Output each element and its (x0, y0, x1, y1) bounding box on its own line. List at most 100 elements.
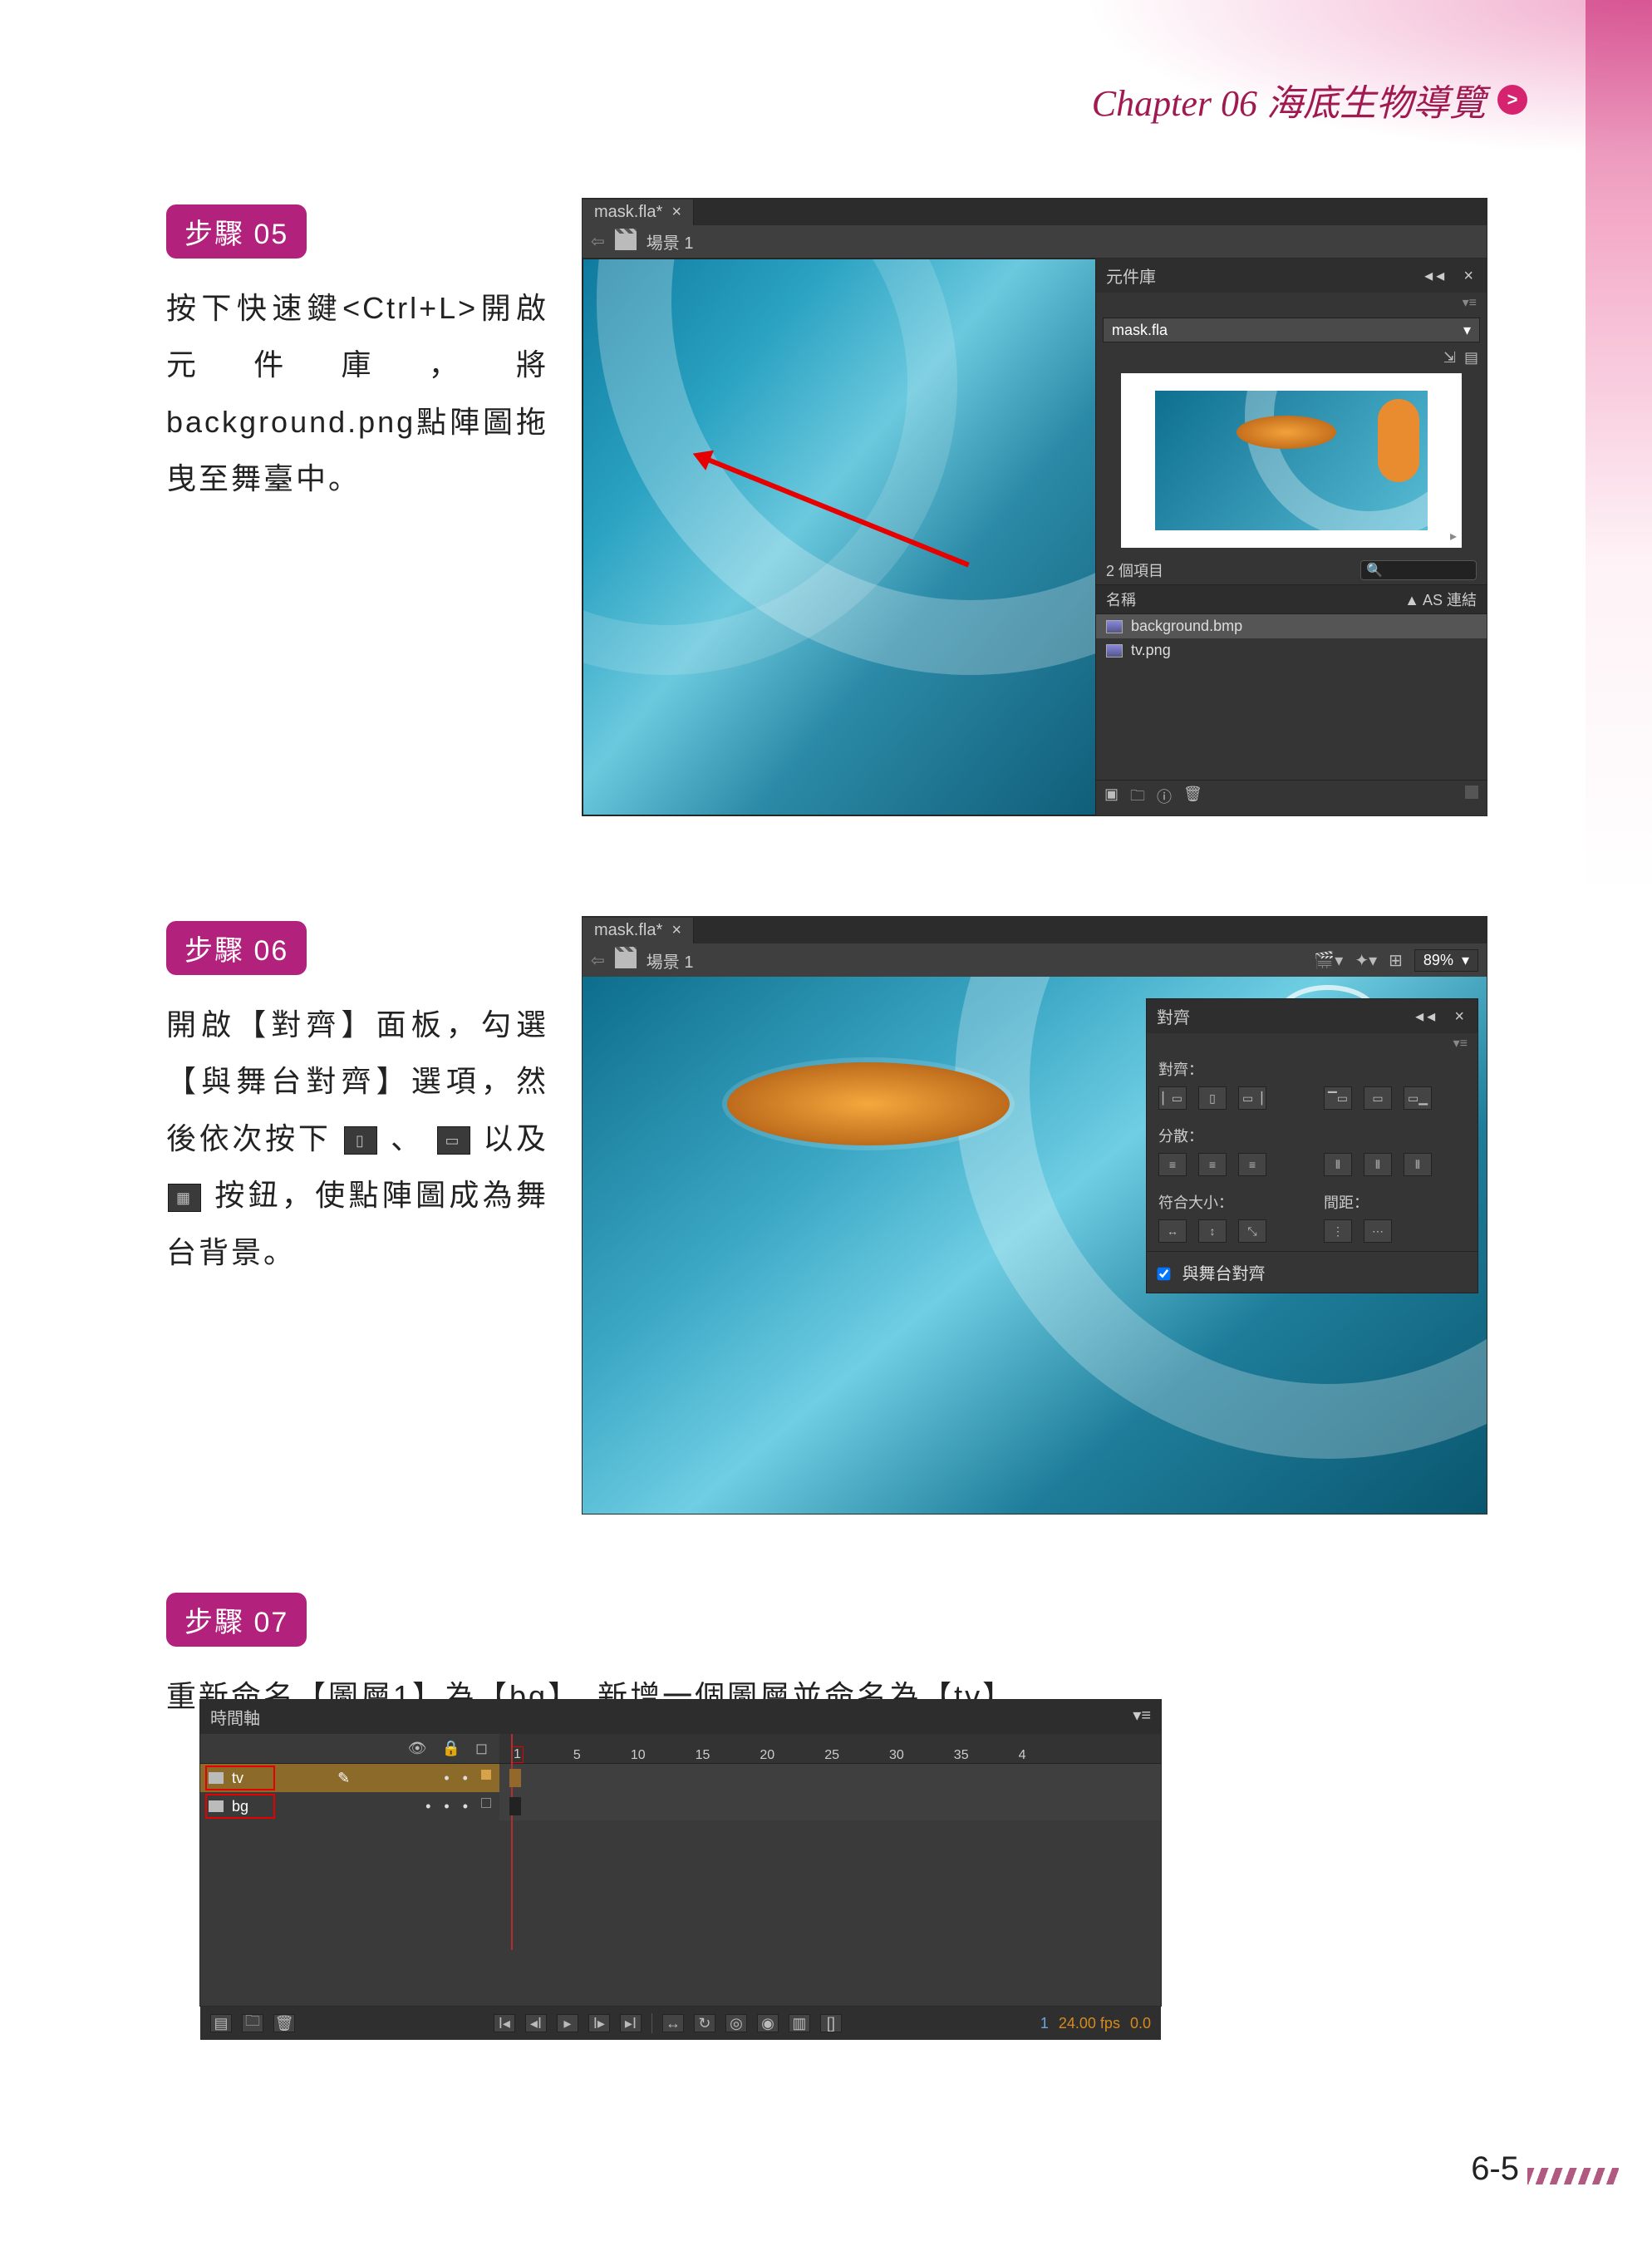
layer-name: bg (232, 1798, 248, 1815)
page-number: 6-5 (1471, 2150, 1519, 2188)
doc-tab[interactable]: mask.fla* × (583, 199, 694, 225)
align-bottom-icon[interactable]: ▭▁ (1404, 1086, 1432, 1110)
library-panel: 元件庫 ◂◂ × ▾≡ mask.fla▾ ⇲ ▤ ▸ 2 個項目 🔍 名稱 ▲ (1096, 259, 1487, 815)
new-lib-icon[interactable]: ▤ (1464, 349, 1478, 367)
play-icon[interactable]: ▸ (557, 2014, 578, 2032)
current-frame-value: 1 (1040, 2015, 1049, 2032)
match-width-icon[interactable]: ↔ (1158, 1219, 1187, 1243)
align-horiz-center-icon: ▯ (344, 1126, 377, 1155)
dist-right-icon[interactable]: ⦀ (1404, 1153, 1432, 1176)
visibility-column-icon[interactable]: 👁 (408, 1740, 427, 1757)
stage-canvas[interactable] (583, 259, 1096, 815)
delete-icon[interactable]: 🗑 (1183, 786, 1202, 810)
align-section-label: 對齊： (1147, 1052, 1477, 1083)
fps-value: 24.00 fps (1059, 2015, 1120, 2032)
doc-tab[interactable]: mask.fla* × (583, 918, 694, 943)
edit-scene-icon[interactable]: 🎬▾ (1314, 950, 1343, 971)
panel-menu-icon[interactable]: ▾≡ (1147, 1033, 1477, 1052)
lock-column-icon[interactable]: 🔒 (442, 1740, 460, 1757)
clapper-icon[interactable] (615, 234, 637, 250)
keyframe-icon (509, 1797, 521, 1815)
pin-icon[interactable]: ⇲ (1443, 349, 1456, 367)
chapter-header: Chapter 06 海底生物導覽 > (1092, 73, 1527, 126)
onion-outline-icon[interactable]: ◉ (757, 2014, 779, 2032)
match-size-icon: ▦ (168, 1184, 201, 1212)
clapper-icon[interactable] (615, 952, 637, 968)
panel-collapse-icon[interactable]: ◂◂ × (1424, 265, 1477, 286)
align-top-icon[interactable]: ▔▭ (1324, 1086, 1352, 1110)
library-row[interactable]: background.bmp (1096, 614, 1487, 638)
markers-icon[interactable]: [] (820, 2014, 842, 2032)
dist-vcenter-icon[interactable]: ≡ (1198, 1153, 1227, 1176)
panel-menu-icon[interactable]: ▾≡ (1096, 293, 1487, 311)
workspace-icon[interactable]: ⊞ (1389, 950, 1403, 971)
space-horiz-icon[interactable]: ⋯ (1364, 1219, 1392, 1243)
distribute-section-label: 分散： (1147, 1118, 1477, 1150)
step-back-icon[interactable]: ◂I (525, 2014, 547, 2032)
align-left-icon[interactable]: ▏▭ (1158, 1086, 1187, 1110)
chapter-title: Chapter 06 海底生物導覽 (1092, 73, 1486, 126)
goto-first-icon[interactable]: I◂ (494, 2014, 515, 2032)
library-row[interactable]: tv.png (1096, 638, 1487, 662)
goto-last-icon[interactable]: ▸I (620, 2014, 642, 2032)
loop-icon[interactable]: ↻ (694, 2014, 715, 2032)
dist-top-icon[interactable]: ≡ (1158, 1153, 1187, 1176)
new-symbol-icon[interactable]: ▣ (1104, 786, 1119, 810)
align-panel: 對齊 ◂◂ × ▾≡ 對齊： ▏▭ ▯ ▭▕ ▔▭ ▭ ▭▁ 分散： (1146, 998, 1478, 1293)
keyframe-icon (509, 1769, 521, 1787)
align-to-stage-checkbox[interactable]: 與舞台對齊 (1147, 1251, 1477, 1293)
align-right-icon[interactable]: ▭▕ (1238, 1086, 1266, 1110)
align-panel-title: 對齊 (1157, 1004, 1190, 1028)
edit-symbol-icon[interactable]: ✦▾ (1355, 950, 1377, 971)
match-both-icon[interactable]: ⤡ (1238, 1219, 1266, 1243)
dropdown-arrow-icon: ▾ (1463, 322, 1471, 339)
frame-track[interactable] (499, 1792, 1161, 1820)
step07-timeline-screenshot: 時間軸 ▾≡ 👁 🔒 ◻ tv ✎ •• bg ••• (199, 1699, 1162, 2007)
dist-hcenter-icon[interactable]: ⦀ (1364, 1153, 1392, 1176)
timeline-layer-row[interactable]: bg ••• (200, 1792, 499, 1820)
library-item-count: 2 個項目 (1106, 559, 1163, 581)
match-height-icon[interactable]: ↕ (1198, 1219, 1227, 1243)
library-columns-header[interactable]: 名稱 ▲ AS 連結 (1096, 584, 1487, 614)
library-file-dropdown[interactable]: mask.fla▾ (1103, 318, 1480, 342)
outline-column-icon[interactable]: ◻ (475, 1740, 488, 1757)
edit-multi-icon[interactable]: ▥ (789, 2014, 810, 2032)
new-folder-icon[interactable]: 🗀 (242, 2014, 263, 2032)
dist-left-icon[interactable]: ⦀ (1324, 1153, 1352, 1176)
align-vert-center-icon: ▭ (437, 1126, 470, 1155)
preview-play-icon[interactable]: ▸ (1450, 528, 1457, 544)
step06-badge: 步驟 06 (166, 921, 307, 975)
delete-layer-icon[interactable]: 🗑 (273, 2014, 295, 2032)
library-search-input[interactable]: 🔍 (1360, 560, 1477, 580)
dist-bottom-icon[interactable]: ≡ (1238, 1153, 1266, 1176)
zoom-dropdown[interactable]: 89% ▾ (1414, 949, 1478, 972)
matchsize-section-label: 符合大小： (1147, 1185, 1312, 1216)
back-arrow-icon[interactable]: ⇦ (591, 231, 605, 252)
center-frame-icon[interactable]: ↔ (662, 2014, 684, 2032)
bitmap-icon (1106, 644, 1123, 658)
step06-screenshot: mask.fla* × ⇦ 場景 1 🎬▾ ✦▾ ⊞ 89% ▾ 對齊 ◂◂ ×… (582, 916, 1487, 1515)
frame-track[interactable] (499, 1764, 1161, 1792)
onion-skin-icon[interactable]: ◎ (725, 2014, 747, 2032)
pencil-icon: ✎ (337, 1770, 350, 1787)
elapsed-value: 0.0 (1130, 2015, 1151, 2032)
panel-collapse-icon[interactable]: ◂◂ × (1415, 1006, 1468, 1027)
back-arrow-icon[interactable]: ⇦ (591, 950, 605, 971)
timeline-layer-row[interactable]: tv ✎ •• (200, 1764, 499, 1792)
properties-icon[interactable]: ⓘ (1157, 786, 1172, 810)
panel-menu-icon[interactable]: ▾≡ (1133, 1705, 1151, 1729)
new-folder-icon[interactable]: 🗀 (1130, 786, 1145, 810)
step07-badge: 步驟 07 (166, 1593, 307, 1647)
align-hcenter-icon[interactable]: ▯ (1198, 1086, 1227, 1110)
timeline-ruler[interactable]: 1 5 10 15 20 25 30 35 4 (499, 1734, 1161, 1764)
align-vcenter-icon[interactable]: ▭ (1364, 1086, 1392, 1110)
library-preview: ▸ (1121, 373, 1462, 548)
step-fwd-icon[interactable]: I▸ (588, 2014, 610, 2032)
scene-label[interactable]: 場景 1 (647, 948, 694, 973)
new-layer-icon[interactable]: ▤ (210, 2014, 232, 2032)
space-vert-icon[interactable]: ⋮ (1324, 1219, 1352, 1243)
search-icon: 🔍 (1361, 564, 1383, 578)
step05-screenshot: mask.fla* × ⇦ 場景 1 元件庫 ◂◂ × ▾≡ mask.fla▾… (582, 198, 1487, 816)
resize-grip-icon[interactable] (1465, 786, 1478, 799)
scene-label[interactable]: 場景 1 (647, 229, 694, 254)
